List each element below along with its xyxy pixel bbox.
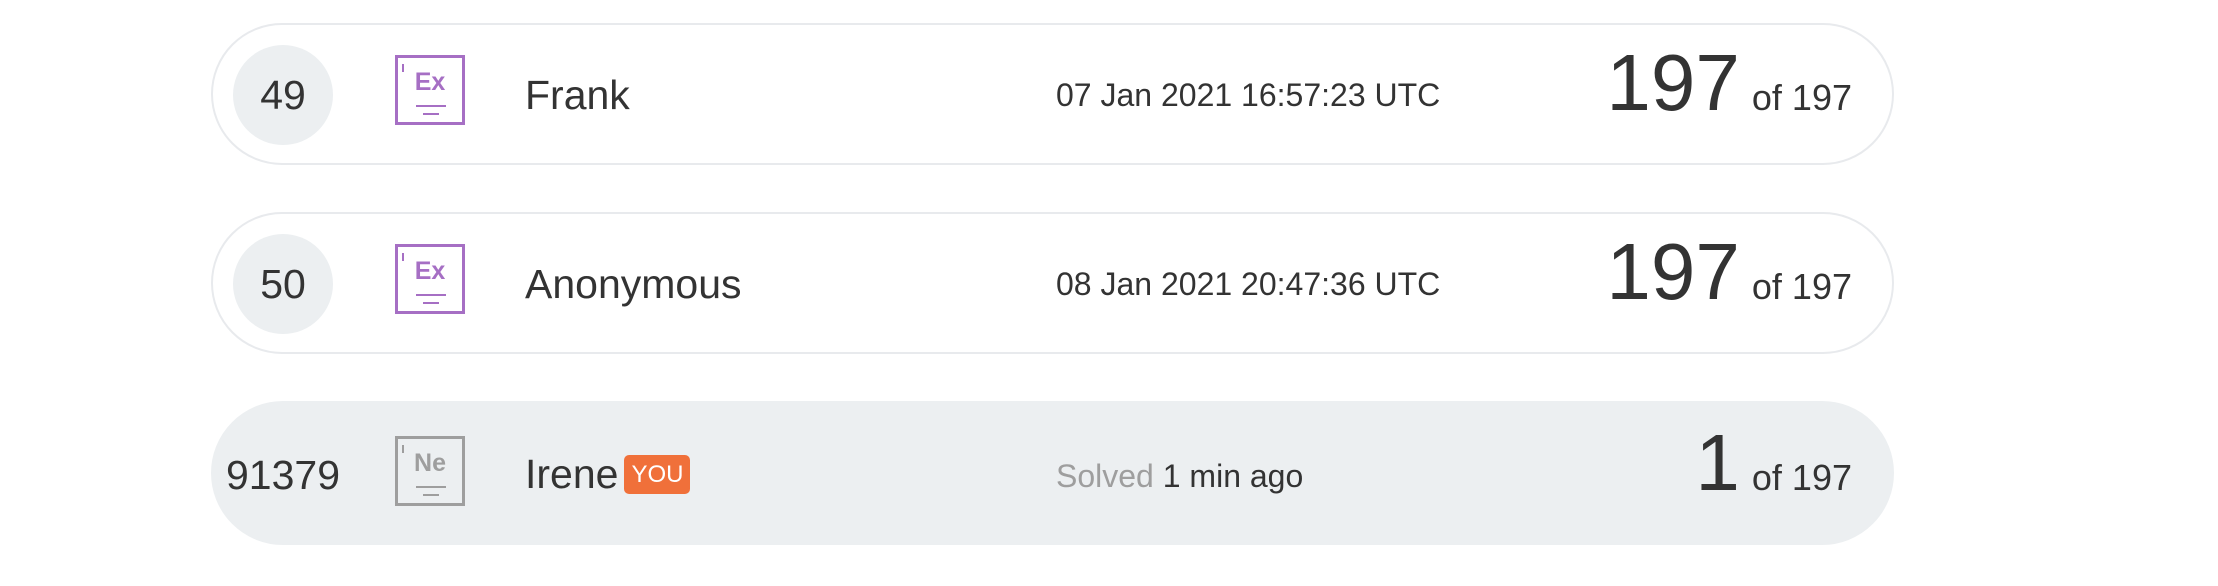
newbie-level-icon: Ne [395,436,465,506]
user-name[interactable]: Anonymous [525,261,742,308]
leaderboard: 49 Ex Frank 07 Jan 2021 16:57:23 UTC 197… [0,0,2218,586]
you-badge: YOU [624,454,691,494]
score-value: 1 [1695,418,1740,507]
current-user-row: 91379 Ne Irene YOU Solved 1 min ago 1 of … [211,401,1894,545]
level-icon-underline-short [423,302,439,304]
expert-level-icon: Ex [395,55,465,125]
leaderboard-row: 50 Ex Anonymous 08 Jan 2021 20:47:36 UTC… [211,212,1894,354]
score-value: 197 [1606,38,1740,127]
user-name-text[interactable]: Frank [525,72,630,118]
score-progress: 197 of 197 [1606,232,1852,312]
user-name[interactable]: Frank [525,72,630,119]
leaderboard-row: 49 Ex Frank 07 Jan 2021 16:57:23 UTC 197… [211,23,1894,165]
solve-time: 07 Jan 2021 16:57:23 UTC [1056,77,1440,114]
solve-time: Solved 1 min ago [1056,458,1303,495]
level-icon-underline-short [423,494,439,496]
level-icon-symbol: Ne [414,449,446,477]
rank-badge: 50 [233,234,333,334]
level-icon-symbol: Ex [414,257,446,285]
solved-label: Solved [1056,458,1154,494]
score-progress: 197 of 197 [1606,43,1852,123]
score-total: of 197 [1751,266,1852,307]
level-icon-underline-short [423,113,439,115]
solve-time-value: 07 Jan 2021 16:57:23 UTC [1056,77,1441,113]
score-progress: 1 of 197 [1695,423,1852,503]
level-icon-underline [416,105,446,107]
rank-badge: 49 [233,45,333,145]
user-name-text[interactable]: Anonymous [525,261,742,307]
user-name[interactable]: Irene YOU [525,451,691,498]
score-total: of 197 [1751,457,1852,498]
user-name-text[interactable]: Irene [525,451,618,497]
score-total: of 197 [1751,77,1852,118]
rank-badge: 91379 [225,451,340,498]
score-value: 197 [1606,227,1740,316]
solve-time-value: 1 min ago [1162,458,1304,494]
solve-time: 08 Jan 2021 20:47:36 UTC [1056,266,1440,303]
level-icon-underline [416,294,446,296]
expert-level-icon: Ex [395,244,465,314]
level-icon-underline [416,486,446,488]
solve-time-value: 08 Jan 2021 20:47:36 UTC [1056,266,1441,302]
level-icon-symbol: Ex [414,68,446,96]
